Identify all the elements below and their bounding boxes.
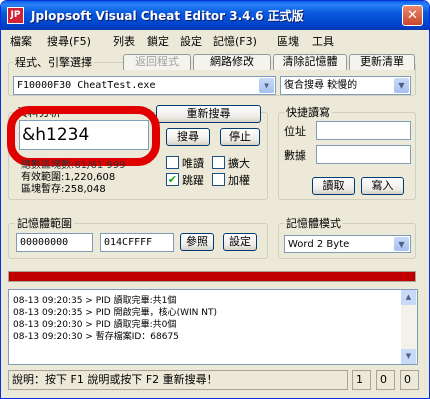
- status-cell-3: 0: [400, 370, 419, 390]
- search-value-input[interactable]: &h1234: [19, 120, 149, 150]
- process-select[interactable]: F10000F30 CheatTest.exe ▼: [13, 76, 276, 95]
- value-field[interactable]: [316, 145, 411, 164]
- weight-label: 加權: [228, 174, 250, 187]
- program-group-title: 程式、引擎選擇: [13, 54, 94, 70]
- readonly-checkbox[interactable]: [166, 156, 179, 169]
- block-temp-text: 區塊暫存:258,048: [21, 184, 106, 195]
- memory-mode-title: 記憶體模式: [284, 215, 343, 231]
- search-mode-value: 復合搜尋 較慢的: [284, 80, 358, 91]
- quick-rw-title: 快捷讀寫: [284, 104, 332, 120]
- progress-bar: [8, 271, 416, 282]
- research-button[interactable]: 重新搜尋: [156, 105, 261, 123]
- tab-return-program[interactable]: 返回程式: [123, 54, 191, 70]
- jump-label: 跳躍: [182, 174, 204, 187]
- value-label: 數據: [284, 149, 306, 162]
- tab-network-modify[interactable]: 網路修改: [193, 54, 271, 70]
- search-mode-select[interactable]: 復合搜尋 較慢的 ▼: [280, 76, 411, 95]
- address-field[interactable]: [316, 121, 411, 140]
- process-select-value: F10000F30 CheatTest.exe: [17, 80, 156, 91]
- chevron-down-icon[interactable]: ▼: [394, 78, 409, 93]
- app-logo-icon: JP: [7, 7, 24, 24]
- chevron-down-icon[interactable]: ▼: [394, 237, 409, 251]
- weight-checkbox[interactable]: [212, 173, 225, 186]
- menu-search[interactable]: 搜尋(F5): [47, 33, 91, 49]
- tab-clear-memory[interactable]: 清除記憶體: [273, 54, 347, 70]
- status-text: 說明：按下 F1 說明或按下 F2 重新搜尋！: [8, 370, 348, 390]
- read-button[interactable]: 讀取: [312, 177, 355, 195]
- title-bar[interactable]: JP Jplopsoft Visual Cheat Editor 3.4.6 正…: [1, 1, 429, 30]
- range-end-field[interactable]: 014CFFFF: [100, 233, 174, 252]
- status-cell-1: 1: [352, 370, 371, 390]
- menu-file[interactable]: 檔案: [10, 33, 32, 49]
- app-window: JP Jplopsoft Visual Cheat Editor 3.4.6 正…: [0, 0, 430, 399]
- memory-mode-value: Word 2 Byte: [288, 239, 350, 250]
- jump-checkbox[interactable]: ✔: [166, 173, 179, 186]
- log-list[interactable]: 08-13 09:20:35 > PID 讀取完畢:共1個 08-13 09:2…: [8, 289, 418, 365]
- menu-settings[interactable]: 設定: [180, 33, 202, 49]
- memory-range-title: 記憶體範圍: [15, 215, 74, 231]
- menu-memory[interactable]: 記憶(F3): [213, 33, 257, 49]
- scroll-down-icon[interactable]: ▼: [401, 349, 416, 364]
- stop-button[interactable]: 停止: [220, 128, 260, 146]
- chevron-down-icon[interactable]: ▼: [259, 78, 274, 93]
- readonly-label: 唯讀: [182, 157, 204, 170]
- browse-button[interactable]: 參照: [180, 233, 214, 251]
- expand-label: 擴大: [228, 157, 250, 170]
- search-button[interactable]: 搜尋: [166, 128, 210, 146]
- log-line: 08-13 09:20:30 > 暫存檔案ID：68675: [13, 332, 179, 342]
- range-start-field[interactable]: 00000000: [16, 233, 93, 252]
- menu-tools[interactable]: 工具: [312, 33, 334, 49]
- expand-checkbox[interactable]: [212, 156, 225, 169]
- tab-update-list[interactable]: 更新清單: [349, 54, 415, 70]
- range-settings-button[interactable]: 設定: [223, 233, 257, 251]
- window-title: Jplopsoft Visual Cheat Editor 3.4.6 正式版: [31, 9, 304, 23]
- menu-bar: 檔案 搜尋(F5) 列表 鎖定 設定 記憶(F3) 區塊 工具: [2, 30, 428, 50]
- menu-lock[interactable]: 鎖定: [147, 33, 169, 49]
- menu-list[interactable]: 列表: [113, 33, 135, 49]
- write-button[interactable]: 寫入: [361, 177, 404, 195]
- scroll-up-icon[interactable]: ▲: [401, 290, 416, 305]
- address-label: 位址: [284, 125, 306, 138]
- menu-block[interactable]: 區塊: [277, 33, 299, 49]
- close-button[interactable]: ✕: [402, 5, 423, 26]
- log-scrollbar[interactable]: ▲ ▼: [401, 290, 417, 364]
- status-cell-2: 0: [376, 370, 395, 390]
- progress-fill: [9, 272, 415, 281]
- memory-mode-select[interactable]: Word 2 Byte ▼: [284, 235, 411, 253]
